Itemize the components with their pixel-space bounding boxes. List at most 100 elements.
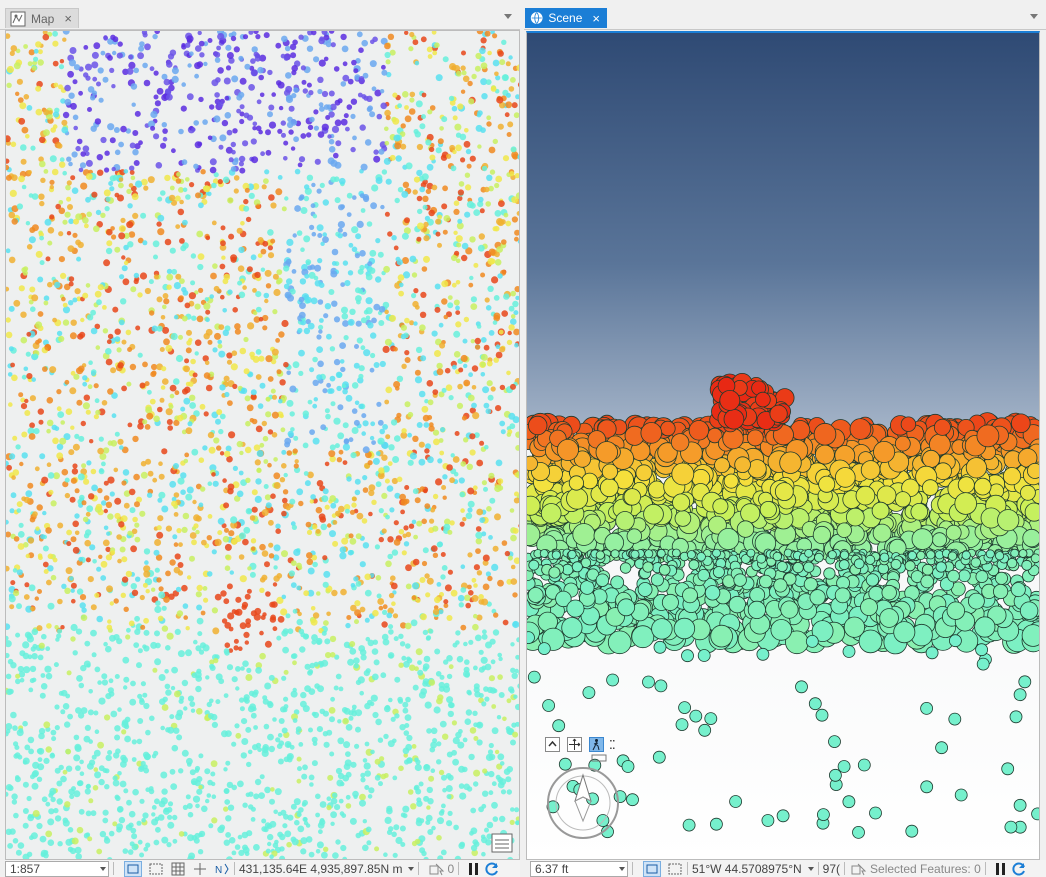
point-marker [362,542,370,549]
point-marker [178,542,183,547]
point-marker [266,823,273,830]
point-marker [313,661,319,667]
point-marker [114,336,121,342]
refresh-icon[interactable] [484,861,500,877]
point-marker [129,170,135,175]
tab-map[interactable]: Map × [5,8,79,28]
point-marker [20,144,27,151]
point-marker [409,452,417,460]
point-marker [139,272,148,280]
point-marker [282,823,288,829]
point-marker [169,559,176,566]
point-marker [85,283,91,288]
point-marker [321,123,329,131]
point-marker [238,155,246,163]
tab-scene[interactable]: Scene × [525,8,607,28]
point-marker [192,372,198,378]
point-marker [84,724,91,732]
point-marker [125,329,132,336]
point-marker [328,707,336,714]
zoom-extent-icon[interactable] [148,862,164,876]
point-marker [358,47,364,53]
point-marker [36,776,43,782]
north-rotation-icon[interactable]: N [214,862,230,876]
close-icon[interactable]: × [64,12,72,25]
point-marker [415,100,423,108]
chevron-down-icon[interactable] [504,14,512,19]
point-marker [256,99,262,105]
point-marker [254,778,262,786]
point-marker [512,620,519,629]
point-marker [16,508,22,513]
point-marker [79,771,85,776]
point-marker [361,413,367,419]
point-marker [345,622,351,629]
point-marker [480,62,488,70]
point-marker [259,92,265,98]
point-marker [239,347,247,355]
point-marker [37,589,42,594]
scene-view[interactable]: ⁚⁚ [526,31,1040,860]
point-marker [442,733,449,740]
point-marker [246,404,254,412]
point-marker [57,411,65,418]
point-marker [208,713,214,719]
point-marker [337,233,343,239]
point-marker [127,849,134,855]
point-marker [219,451,225,456]
point-marker [381,69,388,76]
snapping-icon[interactable] [192,862,208,876]
point-marker [339,552,347,560]
overview-panel-icon[interactable] [491,833,513,853]
map-view[interactable] [5,30,520,860]
point-marker [480,127,486,133]
point-marker [181,584,188,592]
point-marker [481,480,487,486]
point-marker [274,788,282,796]
point-marker [316,188,322,194]
point-marker [12,725,18,731]
point-marker [27,170,32,175]
point-marker [66,231,72,236]
point-marker [47,227,55,234]
point-marker [179,238,185,244]
pause-drawing-button[interactable] [469,862,479,875]
point-marker [457,594,465,602]
point-marker [191,448,199,456]
close-icon[interactable]: × [592,12,600,25]
point-marker [32,810,40,817]
point-marker [193,163,199,169]
point-marker [464,172,471,178]
point-marker [411,272,418,278]
point-marker [65,567,73,575]
point-marker [70,636,76,642]
point-marker [251,418,258,425]
point-marker [236,227,243,234]
point-marker [383,852,388,857]
point-marker [211,607,218,614]
point-marker [330,696,335,702]
point-marker [69,332,77,340]
point-marker [227,488,234,495]
point-marker [231,676,238,683]
point-marker [15,673,21,679]
point-marker [254,495,262,503]
point-marker [29,422,35,429]
point-marker [176,709,184,717]
point-marker [463,437,469,443]
grid-icon[interactable] [170,862,186,876]
fixed-zoom-icon[interactable] [124,860,142,877]
point-cloud-map[interactable] [6,31,520,860]
point-marker [12,838,19,844]
point-marker [334,443,340,449]
point-marker [125,570,133,578]
point-marker [159,347,165,352]
scale-dropdown[interactable]: 1:857 [5,860,109,877]
point-marker [185,794,191,800]
point-marker [23,594,30,600]
point-marker [19,650,26,657]
point-marker [381,621,388,628]
chevron-down-icon[interactable] [1030,14,1038,19]
chevron-down-icon[interactable] [408,866,415,871]
selected-features-icon[interactable] [429,862,445,876]
